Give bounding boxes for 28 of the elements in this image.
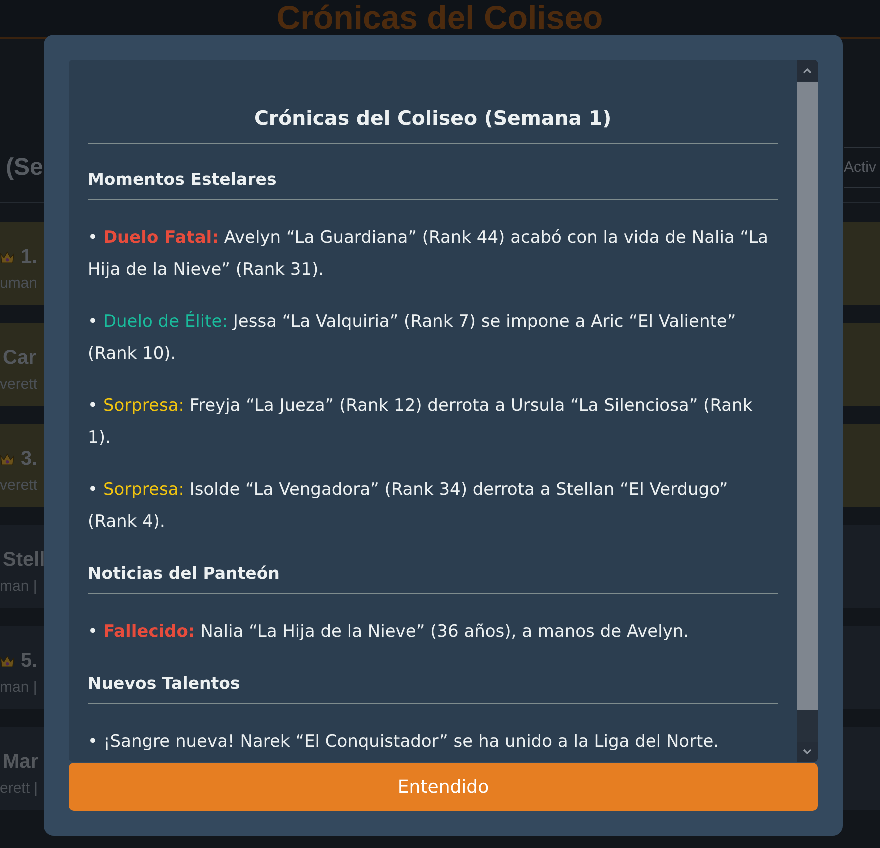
news-item: • Duelo Fatal: Avelyn “La Guardiana” (Rank 44) acabó con la vida de Nalia “La Hija de la Nieve” (Rank 31). <box>88 227 770 282</box>
news-item: • Duelo de Élite: Jessa “La Valquiria” (Rank 7) se impone a Aric “El Valiente” (Rank 10). <box>88 310 738 366</box>
news-item: • Sorpresa: Isolde “La Vengadora” (Rank 34) derrota a Stellan “El Verdugo” (Rank 4). <box>88 479 730 534</box>
chevron-down-icon <box>803 749 812 755</box>
site-title: Crónicas del Coliseo <box>276 0 604 35</box>
dialog-title: Crónicas del Coliseo (Semana 1) <box>88 105 778 144</box>
card-subtitle: verett <box>0 476 38 496</box>
card-title: 1. <box>21 245 38 269</box>
card-title: Stell <box>3 548 46 572</box>
card-subtitle: uman <box>0 274 38 294</box>
news-item: • Fallecido: Nalia “La Hija de la Nieve” (36 años), a manos de Avelyn. <box>88 621 690 644</box>
card-title: Car <box>3 346 36 370</box>
section-heading: Nuevos Talentos <box>88 672 778 704</box>
section-heading: (Se <box>5 154 44 182</box>
card-title: 3. <box>21 447 38 471</box>
crown-icon <box>0 452 15 466</box>
news-item: • ¡Sangre nueva! Narek “El Conquistador” se ha unido a la Liga del Norte. <box>88 731 720 754</box>
card-subtitle: verett <box>0 375 38 395</box>
card-title: Mar <box>3 750 39 774</box>
section-heading: Noticias del Panteón <box>88 562 778 594</box>
crown-icon <box>0 250 15 264</box>
confirm-button[interactable]: Entendido <box>69 763 818 811</box>
section-heading: Momentos Estelares <box>88 168 778 200</box>
crown-icon <box>0 654 15 668</box>
filter-button[interactable]: Activ <box>844 147 880 188</box>
news-item: • Sorpresa: Freyja “La Jueza” (Rank 12) derrota a Ursula “La Silenciosa” (Rank 1). <box>88 395 754 450</box>
chevron-up-icon <box>803 68 812 74</box>
card-title: 5. <box>21 649 38 673</box>
